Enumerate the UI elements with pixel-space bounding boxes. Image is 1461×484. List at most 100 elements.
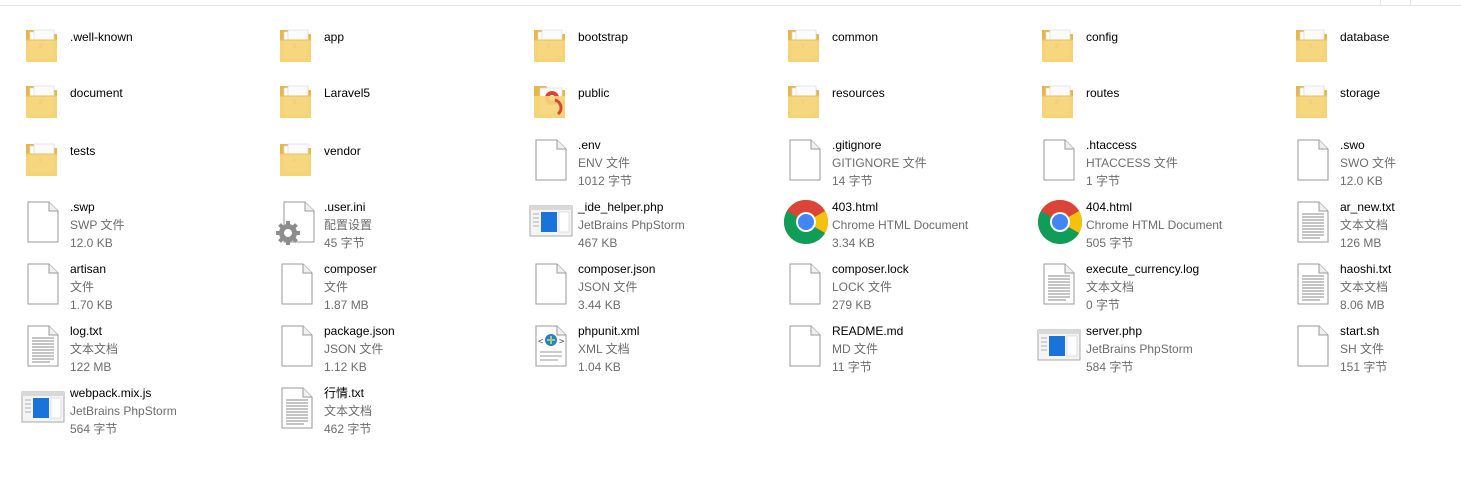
- file-type: 文本文档: [1340, 280, 1389, 294]
- file-type: 文本文档: [324, 404, 373, 418]
- file-size: 14 字节: [832, 174, 873, 188]
- file-name: .env: [578, 138, 601, 152]
- file-name: README.md: [832, 324, 904, 338]
- file-item[interactable]: routes: [1036, 78, 1286, 138]
- file-details: composer.json JSON 文件 3.44 KB: [578, 260, 655, 314]
- file-type: 文本文档: [1086, 280, 1135, 294]
- file-name: artisan: [70, 262, 107, 276]
- file-item[interactable]: database: [1290, 22, 1461, 82]
- file-details: storage: [1340, 84, 1380, 102]
- file-item[interactable]: log.txt 文本文档 122 MB: [20, 322, 270, 382]
- file-item[interactable]: < > phpunit.xml XML 文档 1.04 KB: [528, 322, 778, 382]
- file-item[interactable]: composer 文件 1.87 MB: [274, 260, 524, 320]
- file-type: Chrome HTML Document: [1086, 218, 1223, 232]
- file-details: 404.html Chrome HTML Document 505 字节: [1086, 198, 1222, 252]
- file-item[interactable]: .swo SWO 文件 12.0 KB: [1290, 136, 1461, 196]
- file-name: resources: [832, 86, 885, 100]
- file-item[interactable]: storage: [1290, 78, 1461, 138]
- file-size: 505 字节: [1086, 236, 1134, 250]
- folder-icon: [782, 78, 830, 126]
- file-size: 1.70 KB: [70, 298, 113, 312]
- file-icon: [1036, 136, 1084, 184]
- file-details: phpunit.xml XML 文档 1.04 KB: [578, 322, 639, 376]
- file-size: 0 字节: [1086, 298, 1121, 312]
- file-item[interactable]: resources: [782, 78, 1032, 138]
- file-item[interactable]: execute_currency.log 文本文档 0 字节: [1036, 260, 1286, 320]
- file-details: config: [1086, 28, 1118, 46]
- file-item[interactable]: README.md MD 文件 11 字节: [782, 322, 1032, 382]
- file-name: bootstrap: [578, 30, 629, 44]
- file-name: vendor: [324, 144, 361, 158]
- file-name: .swo: [1340, 138, 1365, 152]
- text-file-icon: [1290, 260, 1338, 308]
- file-name: public: [578, 86, 610, 100]
- file-item[interactable]: package.json JSON 文件 1.12 KB: [274, 322, 524, 382]
- file-item[interactable]: .well-known: [20, 22, 270, 82]
- file-item[interactable]: haoshi.txt 文本文档 8.06 MB: [1290, 260, 1461, 320]
- file-item[interactable]: composer.lock LOCK 文件 279 KB: [782, 260, 1032, 320]
- file-name: document: [70, 86, 123, 100]
- file-type: Chrome HTML Document: [832, 218, 969, 232]
- file-type: JetBrains PhpStorm: [1086, 342, 1193, 356]
- file-item[interactable]: vendor: [274, 136, 524, 196]
- file-item[interactable]: 403.html Chrome HTML Document 3.34 KB: [782, 198, 1032, 258]
- file-item[interactable]: app: [274, 22, 524, 82]
- file-item[interactable]: 404.html Chrome HTML Document 505 字节: [1036, 198, 1286, 258]
- file-name: start.sh: [1340, 324, 1380, 338]
- file-item[interactable]: document: [20, 78, 270, 138]
- file-details: artisan 文件 1.70 KB: [70, 260, 113, 314]
- file-item[interactable]: public: [528, 78, 778, 138]
- file-type: 配置设置: [324, 218, 373, 232]
- file-item[interactable]: _ide_helper.php JetBrains PhpStorm 467 KB: [528, 198, 778, 258]
- file-icon: [20, 260, 68, 308]
- file-name: .well-known: [70, 30, 133, 44]
- file-name: haoshi.txt: [1340, 262, 1392, 276]
- file-name: webpack.mix.js: [70, 386, 152, 400]
- file-details: document: [70, 84, 123, 102]
- file-item[interactable]: artisan 文件 1.70 KB: [20, 260, 270, 320]
- file-item[interactable]: Laravel5: [274, 78, 524, 138]
- file-item[interactable]: .gitignore GITIGNORE 文件 14 字节: [782, 136, 1032, 196]
- file-name: execute_currency.log: [1086, 262, 1200, 276]
- file-type: GITIGNORE 文件: [832, 156, 927, 170]
- folder-icon: [1290, 22, 1338, 70]
- file-item[interactable]: start.sh SH 文件 151 字节: [1290, 322, 1461, 382]
- folder-icon: [274, 136, 322, 184]
- file-item[interactable]: .env ENV 文件 1012 字节: [528, 136, 778, 196]
- file-name: phpunit.xml: [578, 324, 640, 338]
- file-name: routes: [1086, 86, 1120, 100]
- phpstorm-file-icon: [20, 384, 68, 432]
- file-name: composer: [324, 262, 377, 276]
- file-item[interactable]: .swp SWP 文件 12.0 KB: [20, 198, 270, 258]
- file-details: .swp SWP 文件 12.0 KB: [70, 198, 124, 252]
- file-item[interactable]: .user.ini 配置设置 45 字节: [274, 198, 524, 258]
- file-details: ar_new.txt 文本文档 126 MB: [1340, 198, 1395, 252]
- file-item[interactable]: webpack.mix.js JetBrains PhpStorm 564 字节: [20, 384, 270, 444]
- text-file-icon: [1036, 260, 1084, 308]
- file-details: _ide_helper.php JetBrains PhpStorm 467 KB: [578, 198, 685, 252]
- file-item[interactable]: bootstrap: [528, 22, 778, 82]
- file-item[interactable]: tests: [20, 136, 270, 196]
- file-item[interactable]: common: [782, 22, 1032, 82]
- file-name: _ide_helper.php: [578, 200, 664, 214]
- file-item[interactable]: 行情.txt 文本文档 462 字节: [274, 384, 524, 444]
- file-item[interactable]: .htaccess HTACCESS 文件 1 字节: [1036, 136, 1286, 196]
- xml-file-icon: < >: [528, 322, 576, 370]
- file-name: composer.json: [578, 262, 656, 276]
- phpstorm-file-icon: [528, 198, 576, 246]
- chrome-icon: [782, 198, 830, 246]
- folder-icon: [20, 22, 68, 70]
- file-details: start.sh SH 文件 151 字节: [1340, 322, 1387, 376]
- file-size: 122 MB: [70, 360, 112, 374]
- file-item[interactable]: composer.json JSON 文件 3.44 KB: [528, 260, 778, 320]
- file-type: 文本文档: [70, 342, 119, 356]
- folder-icon: [1036, 78, 1084, 126]
- file-item[interactable]: ar_new.txt 文本文档 126 MB: [1290, 198, 1461, 258]
- file-details: resources: [832, 84, 885, 102]
- file-item[interactable]: config: [1036, 22, 1286, 82]
- file-item[interactable]: server.php JetBrains PhpStorm 584 字节: [1036, 322, 1286, 382]
- file-type: SWP 文件: [70, 218, 125, 232]
- folder-icon: [274, 22, 322, 70]
- file-type: ENV 文件: [578, 156, 631, 170]
- file-size: 3.44 KB: [578, 298, 621, 312]
